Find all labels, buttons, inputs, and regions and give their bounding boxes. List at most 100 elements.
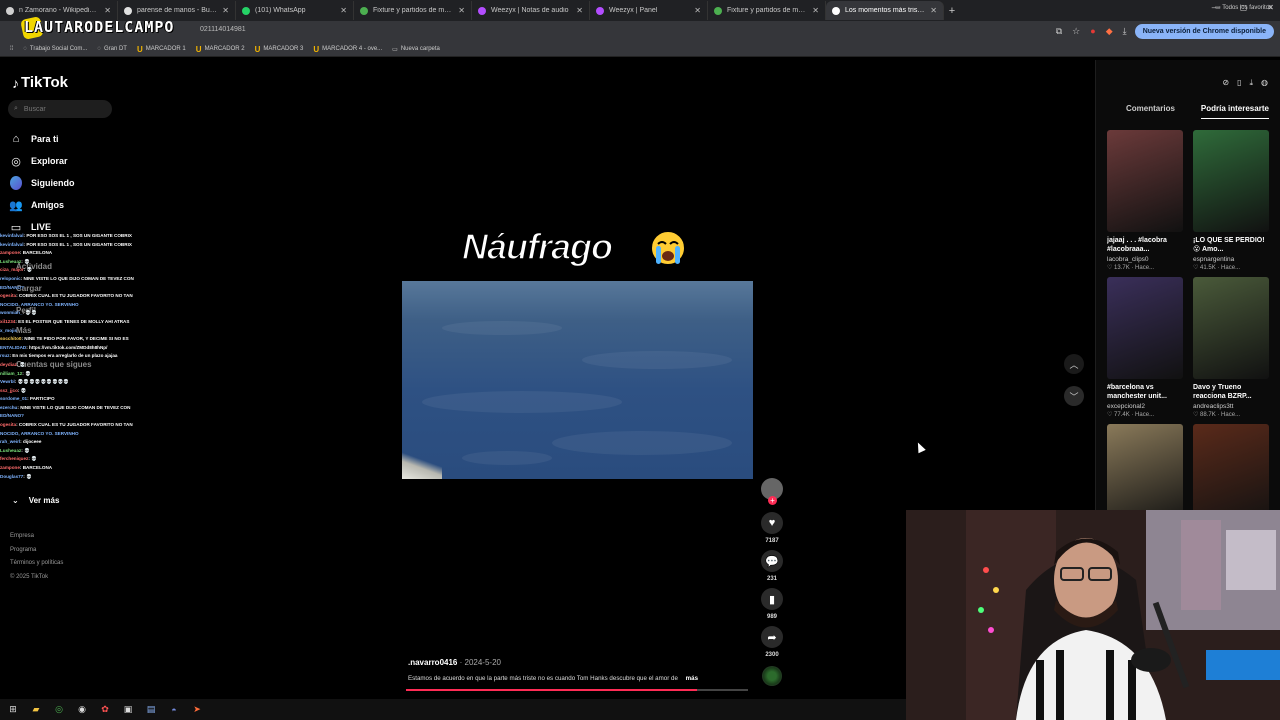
- nav-item-amigos[interactable]: 👥 Amigos: [9, 194, 75, 216]
- bookmark-u-icon: U: [136, 44, 143, 54]
- like-button[interactable]: ♥: [761, 512, 783, 534]
- extension-red-icon[interactable]: ●: [1090, 26, 1095, 37]
- music-disc-icon[interactable]: [762, 666, 782, 686]
- store-icon[interactable]: ▣: [121, 703, 135, 717]
- bookmark-item[interactable]: ◌ Gran DT: [97, 46, 127, 52]
- chat-message: kevinfalval: POR ESO SOS EL 1 , SOS UN G…: [0, 241, 132, 247]
- file-explorer-icon[interactable]: ▰: [29, 703, 43, 717]
- tab-podria-interesarte[interactable]: Podría interesarte: [1200, 104, 1269, 119]
- card-meta: ♡ 13.7K · Hace...: [1107, 265, 1155, 271]
- caption-more-button[interactable]: más: [686, 675, 698, 682]
- chat-message: Douglas77: 💀: [0, 473, 32, 479]
- nav-item-explorar[interactable]: ◎ Explorar: [10, 150, 75, 172]
- author-avatar[interactable]: +: [761, 478, 783, 505]
- bookmark-star-icon[interactable]: ☆: [1072, 26, 1080, 37]
- card-author[interactable]: excepcional2: [1107, 403, 1183, 410]
- footer-link[interactable]: Empresa: [10, 530, 63, 544]
- following-icon: [10, 176, 22, 190]
- tab-title: Weezyx | Panel: [609, 7, 658, 14]
- all-bookmarks[interactable]: ▭ Todos los favoritos: [1215, 4, 1272, 11]
- chrome-update-button[interactable]: Nueva versión de Chrome disponible: [1134, 24, 1274, 39]
- video-thumbnail[interactable]: [1107, 277, 1183, 379]
- close-tab-icon[interactable]: ✕: [694, 6, 701, 15]
- app-icon[interactable]: ✿: [98, 703, 112, 717]
- bookmark-item[interactable]: ◌ Trabajo Social Com...: [23, 46, 87, 52]
- video-progress-bar[interactable]: [406, 689, 748, 691]
- url-text[interactable]: 021114014981: [200, 26, 246, 33]
- save-button[interactable]: ▮: [761, 588, 783, 610]
- chat-username: x_mojis: [0, 327, 18, 333]
- obs-icon[interactable]: ◉: [75, 703, 89, 717]
- bookmark-item[interactable]: ▭ Nueva carpeta: [392, 46, 440, 53]
- main-nav: ⌂ Para ti ◎ Explorar Siguiendo 👥 Amigos ▭ LIVE: [9, 128, 75, 238]
- browser-tab[interactable]: Weezyx | Panel ✕: [590, 1, 708, 20]
- bookmark-item[interactable]: U MARCADOR 2: [196, 45, 245, 54]
- download-icon[interactable]: ⤓: [1123, 26, 1127, 37]
- close-tab-icon[interactable]: ✕: [340, 6, 347, 15]
- comment-button[interactable]: 💬: [761, 550, 783, 572]
- download-small-icon[interactable]: ⤓: [1249, 78, 1253, 88]
- user-circle-icon[interactable]: ◍: [1261, 78, 1268, 88]
- close-tab-icon[interactable]: ✕: [576, 6, 583, 15]
- windows-start-icon[interactable]: ⊞: [6, 703, 20, 717]
- footer-link[interactable]: Términos y políticas: [10, 557, 63, 571]
- nav-label: Explorar: [31, 156, 68, 166]
- card-author[interactable]: lacobra_clips0: [1107, 256, 1183, 263]
- close-tab-icon[interactable]: ✕: [222, 6, 229, 15]
- browser-tab[interactable]: Fixture y partidos de mañana e ✕: [354, 1, 472, 20]
- discord-icon[interactable]: ◓: [167, 703, 181, 717]
- bookmark-item[interactable]: U MARCADOR 1: [137, 45, 186, 54]
- browser-tab[interactable]: Los momentos más tristes ✕: [826, 1, 944, 20]
- card-author[interactable]: espnargentina: [1193, 256, 1269, 263]
- footer-link: © 2025 TikTok: [10, 573, 49, 580]
- streamlabs-icon[interactable]: ➤: [190, 703, 204, 717]
- browser-tab[interactable]: (101) WhatsApp ✕: [236, 1, 354, 20]
- nav-item-siguiendo[interactable]: Siguiendo: [10, 172, 75, 194]
- close-tab-icon[interactable]: ✕: [812, 6, 819, 15]
- bookmark-item[interactable]: U MARCADOR 4 - ove...: [313, 45, 382, 54]
- browser-tab[interactable]: Fixture y partidos de mañana e ✕: [708, 1, 826, 20]
- cast-icon[interactable]: ⧉: [1056, 26, 1062, 37]
- new-tab-button[interactable]: +: [944, 5, 960, 17]
- nav-label: Para ti: [31, 134, 59, 144]
- chat-username: zampone: [0, 250, 20, 256]
- video-thumbnail[interactable]: [1193, 130, 1269, 232]
- share-button[interactable]: ➦: [761, 626, 783, 648]
- close-tab-icon[interactable]: ✕: [458, 6, 465, 15]
- extension-orange-icon[interactable]: ◆: [1106, 26, 1113, 37]
- tab-comentarios[interactable]: Comentarios: [1126, 104, 1175, 119]
- video-player[interactable]: [402, 281, 753, 479]
- footer-link[interactable]: Programa: [10, 544, 63, 558]
- recommended-video-card[interactable]: ¡LO QUE SE PERDIÓ! 😮 Amo... espnargentina…: [1193, 130, 1269, 271]
- recommended-video-card[interactable]: #barcelona vs manchester unit... excepcio…: [1107, 277, 1183, 418]
- bookmark-u-icon: U: [195, 44, 202, 54]
- compass-small-icon[interactable]: ⊘: [1222, 78, 1229, 88]
- ver-mas-button[interactable]: ⌄ Ver más: [12, 496, 59, 505]
- chrome-icon[interactable]: ◎: [52, 703, 66, 717]
- browser-tab[interactable]: Weezyx | Notas de audio ✕: [472, 1, 590, 20]
- panel-icons: ⊘ ▯ ⤓ ◍: [1222, 78, 1268, 88]
- search-input[interactable]: ⌕ Buscar: [8, 100, 112, 118]
- follow-plus-icon[interactable]: +: [768, 496, 777, 505]
- chat-message: xil1234: ES EL POSTER QUE TENES DE MOLLY…: [0, 318, 130, 324]
- share-arrow-icon: ➦: [767, 631, 777, 644]
- next-video-button[interactable]: ﹀: [1064, 386, 1084, 406]
- recommended-video-card[interactable]: jajaaj . . . #lacobra #lacobraaa... lacob…: [1107, 130, 1183, 271]
- video-author[interactable]: .navarro0416 · 2024-5-20: [408, 658, 501, 667]
- tiktok-logo[interactable]: ♪ TikTok: [12, 74, 68, 91]
- folder-icon: ▭: [392, 46, 398, 53]
- video-thumbnail[interactable]: [1193, 277, 1269, 379]
- recommended-video-card[interactable]: Davo y Trueno reacciona BZRP... andreacli…: [1193, 277, 1269, 418]
- tab-favicon-icon: [124, 6, 132, 15]
- close-tab-icon[interactable]: ✕: [104, 6, 111, 15]
- notes-icon[interactable]: ▤: [144, 703, 158, 717]
- nav-item-para-ti[interactable]: ⌂ Para ti: [10, 128, 75, 150]
- previous-video-button[interactable]: ︿: [1064, 354, 1084, 374]
- phone-icon[interactable]: ▯: [1237, 78, 1241, 88]
- card-author[interactable]: andreaclips3tt: [1193, 403, 1269, 410]
- video-thumbnail[interactable]: [1107, 130, 1183, 232]
- tab-title: n Zamorano - Wikipedia, la: [19, 7, 100, 14]
- close-tab-icon[interactable]: ✕: [930, 6, 937, 15]
- apps-grid-icon[interactable]: ⁞⁞: [10, 46, 13, 52]
- bookmark-item[interactable]: U MARCADOR 3: [255, 45, 304, 54]
